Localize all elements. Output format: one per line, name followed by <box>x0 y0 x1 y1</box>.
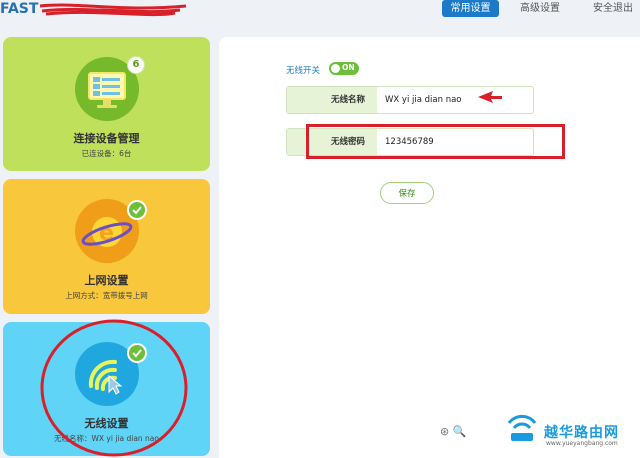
card-subtitle: 无线名称：WX yi jia dian nao <box>53 434 159 443</box>
toggle-knob <box>331 64 340 73</box>
tab-advanced-settings[interactable]: 高级设置 <box>514 0 566 17</box>
card-wireless-settings[interactable]: 无线设置 无线名称：WX yi jia dian nao <box>3 322 210 456</box>
top-bar: FAST 常用设置 高级设置 安全退出 <box>0 0 640 34</box>
card-device-management[interactable]: 6 连接设备管理 已连设备：6台 <box>3 37 210 171</box>
wireless-settings-panel: 无线开关 ON 无线名称 无线密码 保存 <box>219 37 640 458</box>
ssid-label: 无线名称 <box>287 87 377 113</box>
card-subtitle: 已连设备：6台 <box>81 149 132 158</box>
watermark-url: www.yueyangbang.com <box>546 440 618 447</box>
watermark-icon: ⊛ 🔍 <box>440 425 467 438</box>
card-title: 连接设备管理 <box>73 132 140 145</box>
annotation-box <box>306 124 565 159</box>
tab-common-settings[interactable]: 常用设置 <box>442 0 499 17</box>
wireless-switch-label: 无线开关 <box>286 66 321 76</box>
card-title: 上网设置 <box>84 274 129 287</box>
watermark-brand: 越华路由网 <box>544 425 619 441</box>
redacted-logo-scribble: FAST <box>0 1 187 17</box>
check-icon <box>127 200 147 220</box>
card-internet-settings[interactable]: e 上网设置 上网方式：宽带拨号上网 <box>3 179 210 314</box>
save-button[interactable]: 保存 <box>380 182 434 204</box>
toggle-state: ON <box>342 63 355 72</box>
watermark-router-logo <box>507 414 537 441</box>
card-subtitle: 上网方式：宽带拨号上网 <box>65 291 148 300</box>
ssid-input[interactable] <box>385 87 525 113</box>
annotation-arrow <box>478 91 502 103</box>
logout-link[interactable]: 安全退出 <box>586 0 640 17</box>
device-count-badge: 6 <box>127 56 145 74</box>
card-title: 无线设置 <box>84 417 129 430</box>
check-icon <box>127 343 147 363</box>
wireless-toggle[interactable]: ON <box>329 62 359 75</box>
svg-text:FAST: FAST <box>0 1 39 17</box>
